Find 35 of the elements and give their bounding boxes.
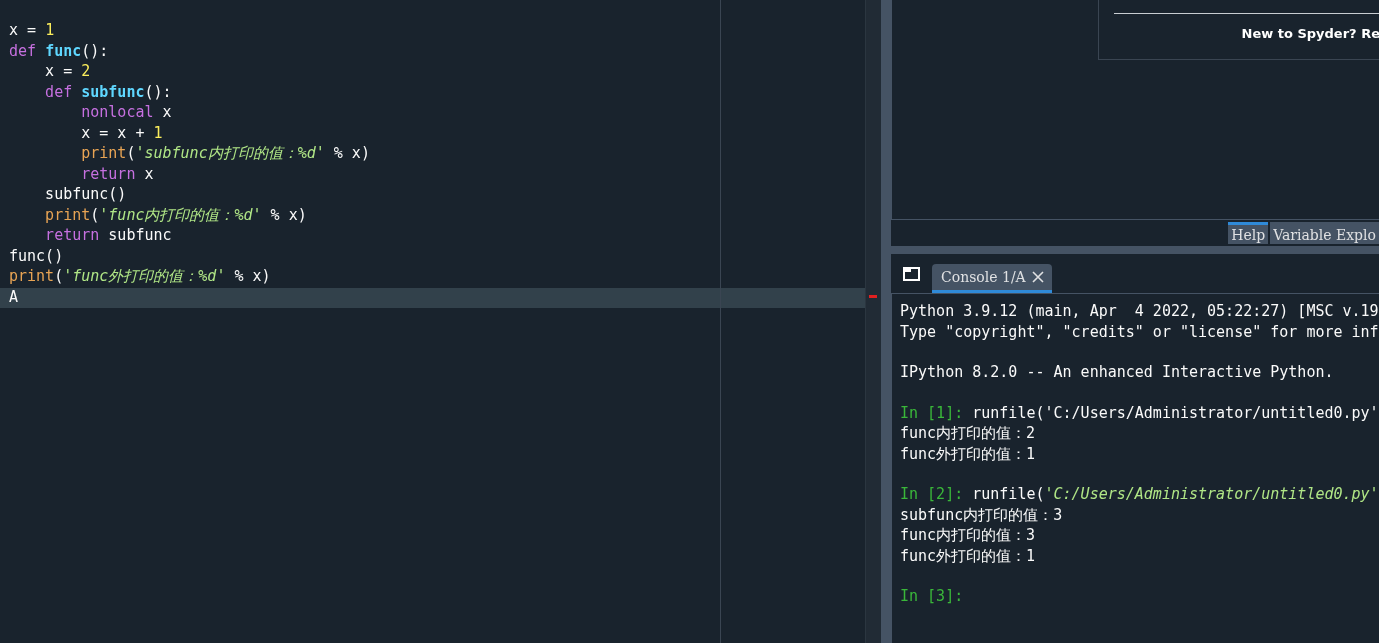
code-editor[interactable]: x = 1 def func(): x = 2 def subfunc(): nonlocal x x = x + 1 print('subfunc内打印的值：%d' % x) return x subfunc() print('func内打印的值：%d' % x) return subfunc func() print('func外打印的值：%d' % x) A [0,0,865,643]
pane-splitter[interactable] [881,0,891,643]
warning-marker [869,295,877,298]
code-line: subfunc() [44,185,128,205]
code-line: x = 2 [44,62,92,82]
console-line: func外打印的值：1 [900,444,1037,465]
scrollbar[interactable] [865,0,881,643]
pane-tab[interactable]: Variable Explo [1270,222,1379,244]
code-line: print('subfunc内打印的值：%d' % x) [80,144,371,164]
code-line: print('func外打印的值：%d' % x) [8,267,272,287]
console-line: subfunc内打印的值：3 [900,505,1064,526]
window-icon[interactable] [903,267,920,281]
console-line: In [3]: [900,587,965,607]
console-line: In [1]: runfile('C:/Users/Administrator/untitled0.py' [900,403,1379,424]
code-line: x = x + 1 [80,123,164,144]
code-line: func() [8,246,65,267]
close-icon[interactable] [1031,271,1044,283]
console-line: func内打印的值：3 [900,526,1037,546]
pane-splitter[interactable] [891,246,1379,254]
code-line: print('func内打印的值：%d' % x) [44,205,308,226]
code-line: x = 1 [8,21,56,41]
console-line: Type "copyright", "credits" or "license" for more inf [900,322,1379,343]
console-tab[interactable]: Console 1/A [932,264,1052,293]
code-line: def func(): [8,41,110,62]
console-line: IPython 8.2.0 -- An enhanced Interactive Python. [900,363,1335,383]
console-line: func内打印的值：2 [900,424,1037,444]
console-line: func外打印的值：1 [900,546,1037,567]
welcome-text: New to Spyder? Re [1241,26,1379,41]
console-line: Python 3.9.12 (main, Apr 4 2022, 05:22:27) [MSC v.19 [900,302,1379,322]
console-line: In [2]: runfile('C:/Users/Administrator/untitled0.py' [900,485,1379,505]
code-line: return subfunc [44,226,173,246]
code-line: def subfunc(): [44,82,173,103]
code-line: return x [80,164,155,185]
pane-tab[interactable]: Help [1228,222,1269,244]
code-line: nonlocal x [80,103,173,123]
